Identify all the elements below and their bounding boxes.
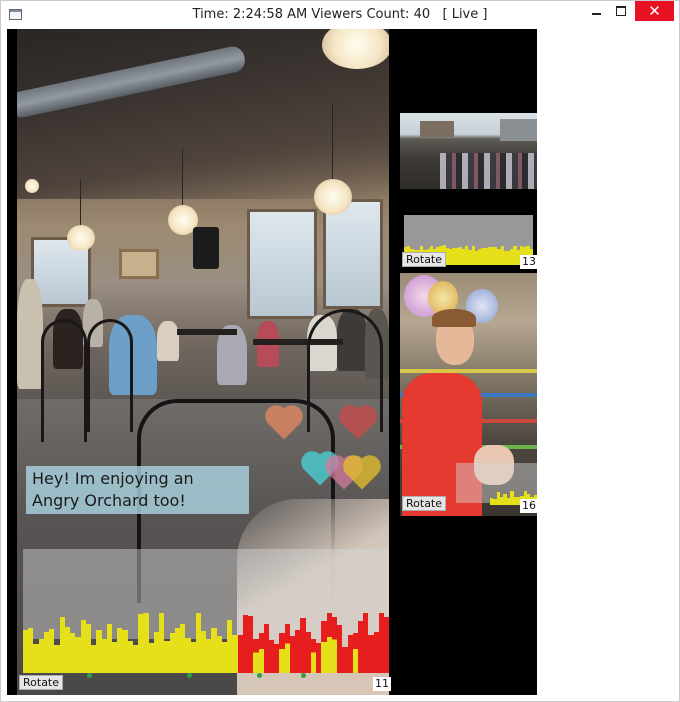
video-lamp: [25, 179, 39, 193]
status-dot: [257, 673, 262, 678]
video-lamp: [67, 225, 95, 251]
thumb-person-hair: [432, 309, 476, 327]
stream-count-badge: 16: [520, 499, 537, 513]
stream-count-badge: 13: [520, 255, 537, 269]
audio-level-meter: [23, 609, 389, 673]
close-icon: ✕: [648, 2, 661, 20]
video-mirror: [119, 249, 159, 279]
chat-comment-overlay: Hey! Im enjoying an Angry Orchard too!: [26, 466, 249, 514]
thumbnail-stream-1[interactable]: [400, 113, 537, 189]
video-table: [177, 329, 237, 335]
audio-level-bar: [384, 616, 389, 673]
video-person: [157, 321, 179, 361]
stream-count-badge: 11: [373, 677, 391, 691]
rotate-button[interactable]: Rotate: [402, 252, 447, 267]
title-bar[interactable]: Time: 2:24:58 AM Viewers Count: 40 [ Liv…: [1, 1, 679, 29]
window-title: Time: 2:24:58 AM Viewers Count: 40 [ Liv…: [192, 7, 488, 22]
thumb-building: [500, 119, 537, 141]
video-chair: [87, 319, 133, 432]
video-person: [17, 279, 43, 389]
thumbnail-stream-2[interactable]: [400, 273, 537, 516]
minimize-icon: [591, 13, 601, 15]
stream-area: Hey! Im enjoying an Angry Orchard too! R…: [7, 29, 537, 695]
status-dot: [301, 673, 306, 678]
thumb-shelf: [400, 369, 537, 373]
rotate-button[interactable]: Rotate: [402, 496, 447, 511]
thumb-building: [420, 121, 454, 137]
video-lamp-wire: [80, 179, 81, 229]
main-video-stream[interactable]: [17, 29, 389, 695]
video-lamp-wire: [182, 149, 183, 209]
status-dot: [187, 673, 192, 678]
video-chair: [41, 319, 87, 442]
video-lamp-wire: [332, 104, 333, 184]
rotate-button[interactable]: Rotate: [19, 675, 64, 690]
video-lamp: [314, 179, 352, 215]
status-dot: [87, 673, 92, 678]
maximize-icon: [616, 6, 626, 16]
video-speaker: [193, 227, 219, 269]
close-button[interactable]: ✕: [635, 1, 674, 21]
thumb-crowd: [440, 153, 537, 189]
maximize-button[interactable]: [607, 1, 635, 21]
app-window: Time: 2:24:58 AM Viewers Count: 40 [ Liv…: [0, 0, 680, 702]
